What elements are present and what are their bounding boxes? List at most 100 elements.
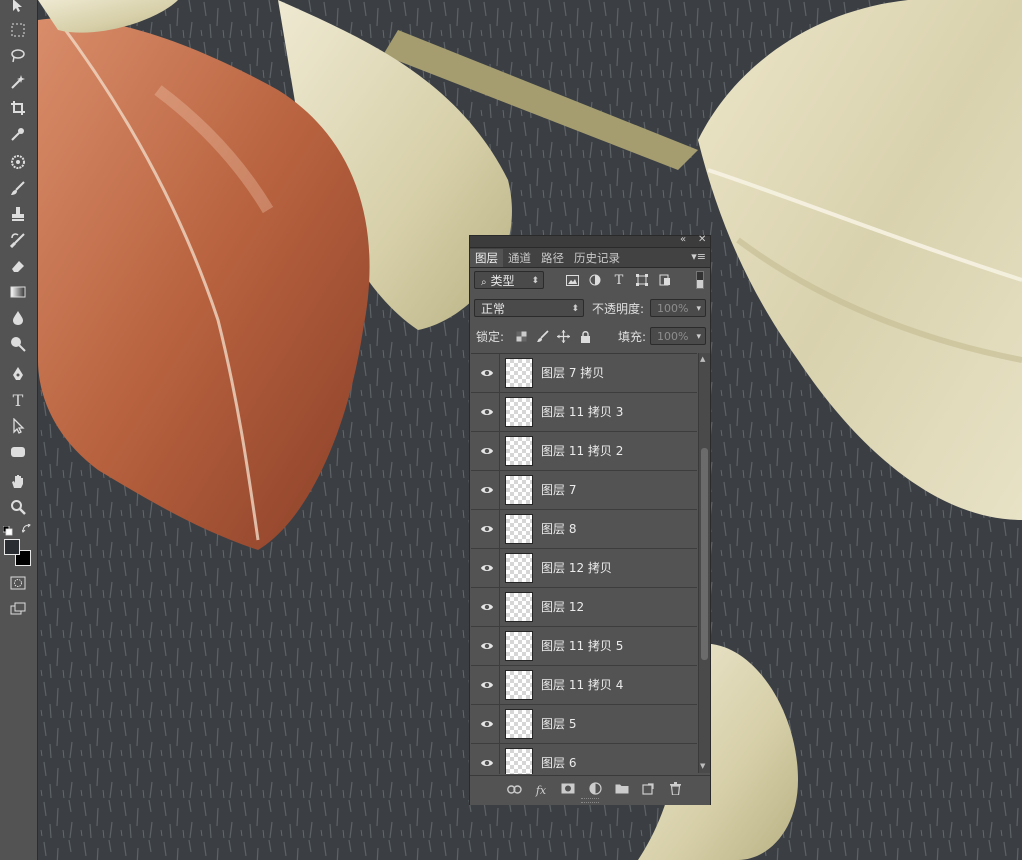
filter-adjustment-icon[interactable] bbox=[586, 271, 604, 289]
history-brush-tool[interactable] bbox=[6, 229, 30, 251]
fill-field[interactable]: 100% ▾ bbox=[650, 327, 706, 345]
layer-thumbnail[interactable] bbox=[505, 397, 533, 427]
layer-name[interactable]: 图层 11 拷贝 5 bbox=[541, 627, 623, 665]
lock-all-icon[interactable] bbox=[576, 327, 594, 345]
eye-icon[interactable] bbox=[480, 483, 494, 497]
layer-name[interactable]: 图层 7 bbox=[541, 471, 576, 509]
foreground-color-swatch[interactable] bbox=[4, 539, 20, 555]
lock-transparent-icon[interactable] bbox=[512, 327, 530, 345]
layers-scrollbar[interactable]: ▲ ▼ bbox=[698, 353, 710, 773]
layer-row[interactable]: 图层 8 bbox=[471, 510, 697, 549]
lasso-tool[interactable] bbox=[6, 45, 30, 67]
dodge-tool[interactable] bbox=[6, 333, 30, 355]
path-select-tool[interactable] bbox=[6, 415, 30, 437]
eye-icon[interactable] bbox=[480, 678, 494, 692]
brush-tool[interactable] bbox=[6, 177, 30, 199]
lock-position-icon[interactable] bbox=[554, 327, 572, 345]
tab-channels[interactable]: 通道 bbox=[503, 249, 536, 267]
add-mask-button[interactable] bbox=[560, 782, 576, 798]
pen-tool[interactable] bbox=[6, 363, 30, 385]
tab-history[interactable]: 历史记录 bbox=[569, 249, 625, 267]
default-colors-icon[interactable] bbox=[2, 521, 13, 536]
blend-mode-dropdown[interactable]: 正常 ⬍ bbox=[474, 299, 584, 317]
layer-name[interactable]: 图层 6 bbox=[541, 744, 576, 774]
zoom-tool[interactable] bbox=[6, 496, 30, 518]
adjustment-layer-button[interactable] bbox=[587, 782, 603, 798]
layer-thumbnail[interactable] bbox=[505, 514, 533, 544]
crop-tool[interactable] bbox=[6, 97, 30, 119]
eye-icon[interactable] bbox=[480, 366, 494, 380]
layer-name[interactable]: 图层 11 拷贝 2 bbox=[541, 432, 623, 470]
healing-tool[interactable] bbox=[6, 151, 30, 173]
layer-thumbnail[interactable] bbox=[505, 475, 533, 505]
layer-row[interactable]: 图层 6 bbox=[471, 744, 697, 774]
swap-colors-icon[interactable] bbox=[21, 519, 32, 533]
opacity-field[interactable]: 100% ▾ bbox=[650, 299, 706, 317]
filter-smart-object-icon[interactable] bbox=[656, 271, 674, 289]
eye-icon[interactable] bbox=[480, 561, 494, 575]
layer-row[interactable]: 图层 5 bbox=[471, 705, 697, 744]
blur-tool[interactable] bbox=[6, 307, 30, 329]
eye-icon[interactable] bbox=[480, 756, 494, 770]
eyedropper-tool[interactable] bbox=[6, 123, 30, 145]
panel-titlebar[interactable]: « ✕ bbox=[470, 234, 710, 248]
layer-row[interactable]: 图层 11 拷贝 5 bbox=[471, 627, 697, 666]
layer-name[interactable]: 图层 8 bbox=[541, 510, 576, 548]
screen-mode-button[interactable] bbox=[6, 598, 30, 620]
magic-wand-tool[interactable] bbox=[6, 71, 30, 93]
layer-row[interactable]: 图层 7 bbox=[471, 471, 697, 510]
new-group-button[interactable] bbox=[614, 782, 630, 798]
filter-pixel-icon[interactable] bbox=[563, 271, 581, 289]
filter-type-icon[interactable]: T bbox=[610, 271, 628, 289]
panel-menu-icon[interactable]: ▾≡ bbox=[691, 250, 706, 263]
eye-icon[interactable] bbox=[480, 522, 494, 536]
layer-thumbnail[interactable] bbox=[505, 592, 533, 622]
layer-thumbnail[interactable] bbox=[505, 436, 533, 466]
eye-icon[interactable] bbox=[480, 600, 494, 614]
layer-row[interactable]: 图层 11 拷贝 3 bbox=[471, 393, 697, 432]
layers-list[interactable]: 图层 7 拷贝 图层 11 拷贝 3 图层 11 拷贝 2 图层 7 图层 8 图层 12… bbox=[471, 353, 697, 774]
eye-icon[interactable] bbox=[480, 717, 494, 731]
layer-name[interactable]: 图层 11 拷贝 4 bbox=[541, 666, 623, 704]
quick-mask-button[interactable] bbox=[6, 572, 30, 594]
scrollbar-thumb[interactable] bbox=[701, 448, 708, 660]
tab-layers[interactable]: 图层 bbox=[470, 249, 503, 267]
filter-toggle-switch[interactable] bbox=[696, 271, 704, 289]
layer-row[interactable]: 图层 11 拷贝 4 bbox=[471, 666, 697, 705]
new-layer-button[interactable] bbox=[640, 782, 656, 798]
layer-name[interactable]: 图层 12 拷贝 bbox=[541, 549, 612, 587]
scroll-down-icon[interactable]: ▼ bbox=[700, 762, 705, 770]
eye-icon[interactable] bbox=[480, 405, 494, 419]
layer-thumbnail[interactable] bbox=[505, 358, 533, 388]
collapse-icon[interactable]: « bbox=[680, 234, 686, 245]
layer-thumbnail[interactable] bbox=[505, 748, 533, 774]
layer-style-button[interactable]: fx bbox=[533, 782, 549, 798]
layer-name[interactable]: 图层 12 bbox=[541, 588, 584, 626]
layer-row[interactable]: 图层 7 拷贝 bbox=[471, 354, 697, 393]
marquee-tool[interactable] bbox=[6, 19, 30, 41]
close-icon[interactable]: ✕ bbox=[698, 234, 706, 245]
filter-kind-dropdown[interactable]: ⌕ 类型 ⬍ bbox=[474, 271, 544, 289]
layer-row[interactable]: 图层 12 bbox=[471, 588, 697, 627]
layer-row[interactable]: 图层 11 拷贝 2 bbox=[471, 432, 697, 471]
lock-image-brush-icon[interactable] bbox=[533, 327, 551, 345]
layer-thumbnail[interactable] bbox=[505, 670, 533, 700]
hand-tool[interactable] bbox=[6, 470, 30, 492]
eye-icon[interactable] bbox=[480, 444, 494, 458]
layer-name[interactable]: 图层 7 拷贝 bbox=[541, 354, 604, 392]
gradient-tool[interactable] bbox=[6, 281, 30, 303]
panel-resize-grip[interactable] bbox=[581, 798, 599, 803]
layer-thumbnail[interactable] bbox=[505, 709, 533, 739]
layer-thumbnail[interactable] bbox=[505, 553, 533, 583]
layer-name[interactable]: 图层 5 bbox=[541, 705, 576, 743]
link-layers-button[interactable] bbox=[506, 782, 522, 798]
stamp-tool[interactable] bbox=[6, 203, 30, 225]
filter-shape-icon[interactable] bbox=[633, 271, 651, 289]
layer-thumbnail[interactable] bbox=[505, 631, 533, 661]
type-tool[interactable]: T bbox=[6, 389, 30, 411]
layer-row[interactable]: 图层 12 拷贝 bbox=[471, 549, 697, 588]
delete-layer-button[interactable] bbox=[667, 782, 683, 798]
move-tool[interactable] bbox=[6, 0, 30, 16]
scroll-up-icon[interactable]: ▲ bbox=[700, 355, 705, 363]
eye-icon[interactable] bbox=[480, 639, 494, 653]
